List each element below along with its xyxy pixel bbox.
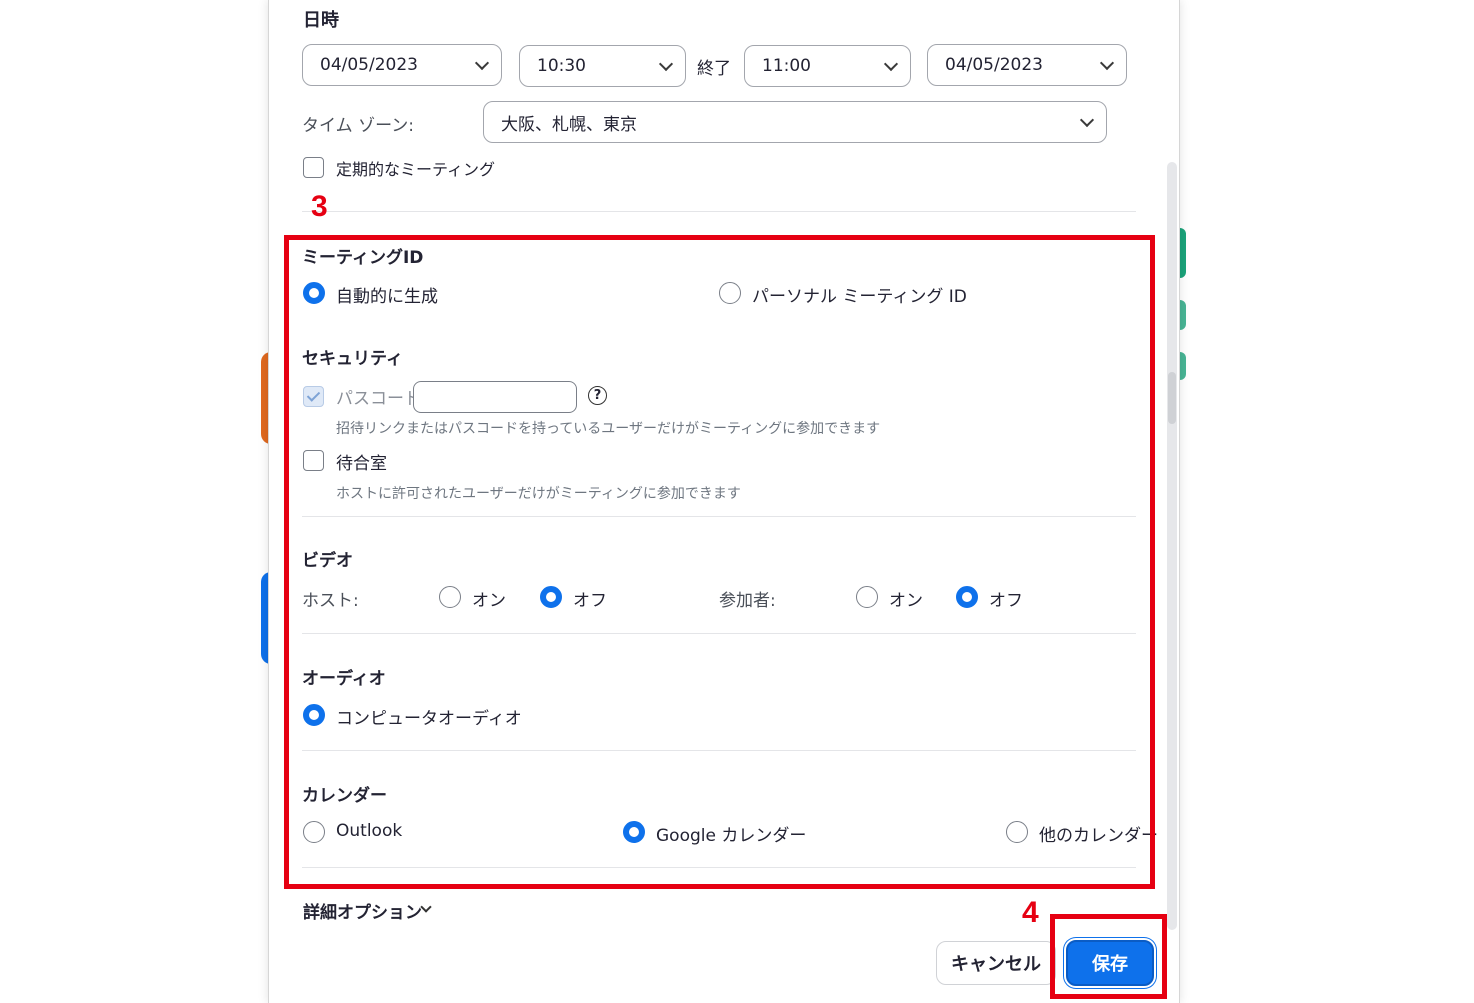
start-time-value: 10:30 (537, 56, 586, 76)
annotation-step-4: 4 (1022, 896, 1039, 929)
recurring-meeting-label: 定期的なミーティング (336, 160, 496, 179)
datetime-section-title: 日時 (303, 10, 339, 31)
end-date-select[interactable]: 04/05/2023 (927, 44, 1127, 86)
start-date-select[interactable]: 04/05/2023 (302, 44, 502, 86)
timezone-label: タイム ゾーン: (302, 116, 414, 136)
end-label: 終了 (697, 59, 731, 79)
timezone-select[interactable]: 大阪、札幌、東京 (483, 101, 1107, 143)
cancel-button[interactable]: キャンセル (936, 941, 1056, 985)
timezone-value: 大阪、札幌、東京 (501, 114, 637, 135)
annotation-step-3: 3 (311, 190, 328, 223)
dialog-scrollbar[interactable] (1167, 162, 1177, 930)
recurring-meeting-checkbox[interactable] (303, 157, 324, 178)
chevron-down-icon (883, 56, 899, 72)
section-divider (302, 211, 1136, 212)
annotation-box-save (1050, 914, 1167, 999)
end-date-value: 04/05/2023 (945, 55, 1043, 75)
advanced-options-toggle[interactable]: 詳細オプション (303, 898, 422, 923)
chevron-down-icon (1099, 55, 1115, 71)
end-time-select[interactable]: 11:00 (744, 45, 911, 87)
chevron-down-icon (420, 901, 432, 913)
annotation-box-settings (284, 235, 1155, 889)
chevron-down-icon (474, 55, 490, 71)
chevron-down-icon (658, 56, 674, 72)
end-time-value: 11:00 (762, 56, 811, 76)
start-time-select[interactable]: 10:30 (519, 45, 686, 87)
scrollbar-thumb[interactable] (1168, 372, 1176, 424)
start-date-value: 04/05/2023 (320, 55, 418, 75)
chevron-down-icon (1079, 112, 1095, 128)
